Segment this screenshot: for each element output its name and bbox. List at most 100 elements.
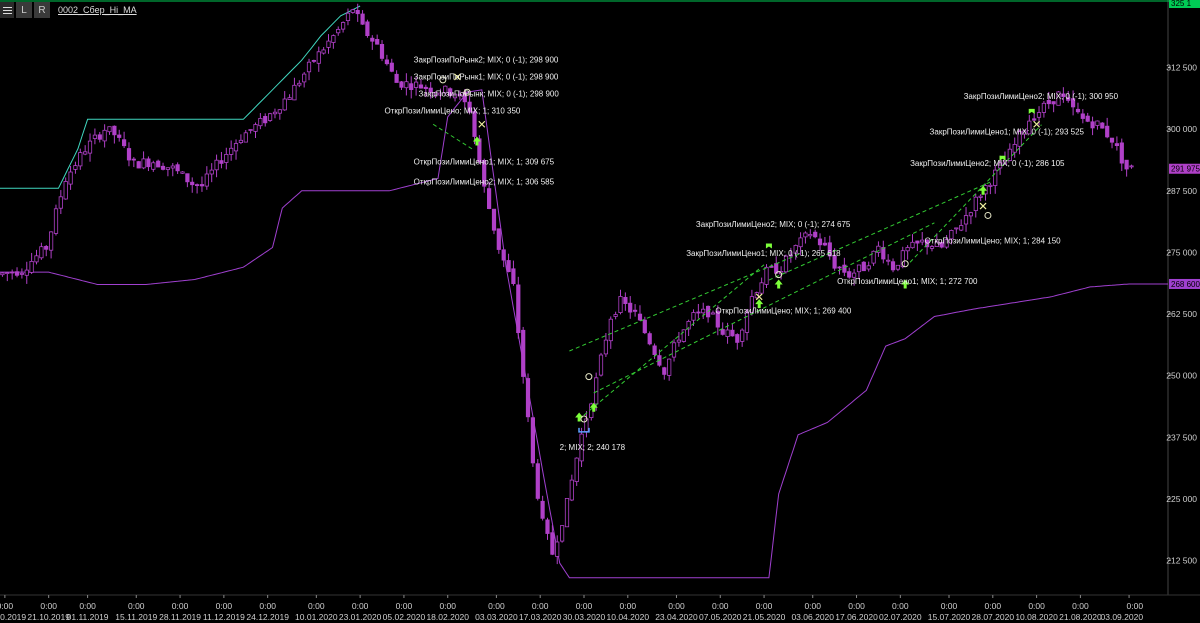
price-chart[interactable]: ЗакрПозиПоРынк2; MIX; 0 (-1); 298 900 Зак… (0, 0, 1200, 623)
candle-body (384, 59, 390, 65)
candle-body (282, 98, 287, 111)
candle-body (574, 457, 579, 483)
sell-flag-icon (1028, 108, 1035, 114)
x-tick-time: 0:00 (352, 601, 369, 611)
candle-body (5, 272, 10, 275)
trade-annotation: ОткрПозиЛимиЦено; MIX; 1; 284 150 (925, 237, 1061, 246)
trade-annotations: ЗакрПозиПоРынк2; MIX; 0 (-1); 298 900 Зак… (384, 56, 1118, 452)
x-tick-time: 0:00 (439, 601, 456, 611)
candle-body (151, 162, 156, 170)
candle-body (68, 171, 73, 185)
candle-body (267, 113, 273, 121)
price-tag-label: 291 975 (1171, 165, 1200, 174)
price-tag-label: 325 1 (1171, 0, 1192, 8)
x-tick-date: 03.03.2020 (475, 612, 518, 622)
trade-annotation: ЗакрПозиЛимиЦено1; MIX; 0 (-1); 293 525 (930, 128, 1085, 137)
candle-body (156, 160, 161, 168)
candle-body (160, 165, 166, 170)
candle-body (238, 139, 243, 144)
x-tick-date: 24.12.2019 (246, 612, 289, 622)
candle-body (350, 9, 355, 13)
candle-body (1109, 137, 1115, 143)
candle-body (14, 271, 20, 276)
candle-body (136, 161, 141, 169)
x-tick-time: 0:00 (216, 601, 233, 611)
candle-body (1124, 159, 1129, 170)
candle-body (326, 40, 331, 48)
hamburger-menu-icon[interactable] (0, 2, 14, 18)
candle-body (1080, 113, 1085, 119)
price-axis[interactable]: 312 500 300 000 287 500 275 000 262 500 250 0… (1166, 0, 1200, 565)
candle-body (370, 37, 375, 42)
x-tick-time: 0:00 (668, 601, 685, 611)
candle-body (501, 249, 506, 261)
candle-body (647, 333, 652, 345)
sell-flag-icon (765, 243, 772, 249)
candle-body (345, 12, 351, 21)
candle-body (613, 314, 618, 317)
exit-x-icon (979, 202, 987, 210)
candle-body (355, 9, 360, 15)
y-tick-label: 300 000 (1166, 124, 1197, 134)
x-tick-date: 11.12.2019 (203, 612, 245, 622)
candle-body (272, 111, 278, 115)
candle-body (379, 44, 385, 59)
x-tick-time: 0:00 (172, 601, 189, 611)
candle-body (929, 246, 935, 249)
candle-body (598, 354, 604, 376)
candle-body (1119, 142, 1124, 164)
candle-body (126, 148, 132, 161)
candle-body (39, 246, 44, 259)
x-tick-time: 0:00 (79, 601, 96, 611)
x-tick-time: 0:00 (532, 601, 549, 611)
candle-body (131, 158, 136, 161)
candle-body (798, 237, 803, 248)
candle-body (253, 124, 258, 132)
candle-body (1129, 165, 1134, 168)
reset-scale-button[interactable]: R (34, 2, 50, 18)
candle-body (146, 158, 151, 168)
x-tick-time: 0:00 (620, 601, 637, 611)
candle-body (1051, 101, 1056, 105)
trade-annotation: ЗакрПозиЛимиЦено2; MIX; 0 (-1); 300 950 (964, 92, 1119, 101)
log-scale-button[interactable]: L (16, 2, 32, 18)
x-tick-date: 23.04.2020 (655, 612, 698, 622)
candle-body (720, 329, 725, 335)
y-tick-label: 312 500 (1166, 63, 1197, 73)
x-tick-time: 0:00 (1028, 601, 1045, 611)
candle-body (555, 541, 560, 557)
x-tick-time: 0:00 (892, 601, 909, 611)
x-tick-date: 10.01.2020 (295, 612, 338, 622)
x-tick-date: 28.11.2019 (159, 612, 201, 622)
candle-body (209, 169, 214, 175)
candle-body (735, 334, 740, 343)
candle-body (905, 247, 910, 252)
candle-body (540, 500, 545, 519)
candle-body (803, 232, 808, 238)
chart-title-link[interactable]: 0002_Сбер_Hi_MA (58, 5, 137, 15)
x-tick-date: 02.07.2020 (879, 612, 922, 622)
candle-body (340, 22, 346, 30)
candle-body (1085, 115, 1090, 122)
candle-body (993, 169, 998, 186)
time-axis[interactable]: 0:0008.10.20190:0021.10.20190:0001.11.20… (0, 595, 1143, 622)
candle-body (277, 109, 282, 114)
y-tick-label: 212 500 (1166, 555, 1197, 565)
candle-body (560, 525, 565, 542)
x-tick-date: 10.04.2020 (607, 612, 650, 622)
candle-body (963, 215, 969, 225)
grid (0, 0, 1200, 596)
x-tick-time: 0:00 (848, 601, 865, 611)
x-tick-time: 0:00 (1072, 601, 1089, 611)
candle-body (710, 312, 716, 315)
candle-body (29, 260, 34, 273)
candle-body (696, 311, 701, 314)
x-tick-time: 0:00 (985, 601, 1002, 611)
candle-body (764, 266, 769, 285)
candle-body (968, 212, 974, 217)
candle-body (652, 345, 657, 355)
candle-body (394, 73, 399, 83)
y-tick-label: 262 500 (1166, 309, 1197, 319)
candle-body (112, 125, 117, 136)
candle-body (87, 140, 93, 154)
